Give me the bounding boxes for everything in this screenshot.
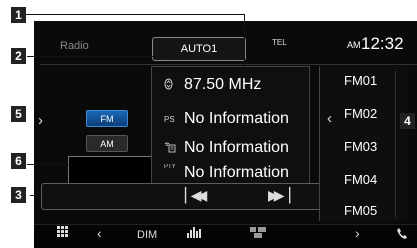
chevron-left-icon[interactable]: ‹ bbox=[97, 225, 102, 241]
callout-leader bbox=[37, 188, 38, 200]
callout-leader bbox=[244, 14, 245, 70]
frequency-icon bbox=[164, 78, 184, 92]
callout-leader bbox=[161, 50, 162, 57]
seek-up-icon[interactable]: ▶▶▕ bbox=[268, 187, 290, 204]
callout-6: 6 bbox=[11, 153, 26, 169]
frequency-row: 87.50 MHz bbox=[164, 76, 261, 94]
radiotext-row: No Information bbox=[164, 139, 289, 157]
pty-text: No Information bbox=[184, 164, 289, 181]
seek-mode-button[interactable]: AUTO1 bbox=[152, 37, 246, 61]
callout-leader bbox=[19, 14, 244, 15]
callout-2: 2 bbox=[11, 48, 26, 64]
grid-menu-icon[interactable] bbox=[57, 226, 68, 240]
ps-icon: PS bbox=[164, 114, 175, 124]
ps-text: No Information bbox=[184, 110, 289, 127]
pty-icon: PTY bbox=[164, 164, 176, 170]
phone-icon[interactable] bbox=[397, 228, 407, 242]
frequency-value: 87.50 MHz bbox=[184, 76, 262, 93]
preset-list-toggle-icon[interactable]: ‹ bbox=[327, 110, 332, 127]
callout-1: 1 bbox=[11, 7, 26, 23]
band-fm-button[interactable]: FM bbox=[86, 110, 128, 127]
callout-leader bbox=[395, 71, 396, 217]
pty-row: PTY No Information bbox=[164, 164, 289, 182]
callout-5: 5 bbox=[11, 106, 26, 122]
equalizer-icon[interactable] bbox=[187, 226, 203, 241]
callout-3: 3 bbox=[11, 187, 26, 203]
band-am-button[interactable]: AM bbox=[86, 135, 128, 152]
callout-leader bbox=[30, 195, 40, 196]
source-title: Radio bbox=[60, 40, 89, 52]
header-divider bbox=[40, 64, 417, 65]
callout-leader bbox=[27, 164, 72, 165]
seek-down-icon[interactable]: ▏◀◀ bbox=[185, 187, 207, 204]
radiotext-text: No Information bbox=[184, 139, 289, 156]
open-function-panel-icon[interactable]: › bbox=[38, 112, 43, 129]
clock-ampm: AM bbox=[347, 40, 361, 50]
preset-item[interactable]: FM05 bbox=[344, 203, 377, 217]
ps-row: PS No Information bbox=[164, 110, 289, 128]
chevron-right-icon[interactable]: › bbox=[355, 225, 360, 241]
clock: 12:32 bbox=[361, 34, 404, 53]
callout-4: 4 bbox=[400, 113, 415, 129]
preset-item[interactable]: FM03 bbox=[344, 139, 377, 154]
dim-button[interactable]: DIM bbox=[137, 229, 157, 241]
station-name-area bbox=[68, 156, 152, 184]
preset-item[interactable]: FM04 bbox=[344, 172, 377, 187]
callout-leader bbox=[27, 56, 162, 57]
radio-text-icon bbox=[164, 141, 184, 155]
preset-item[interactable]: FM02 bbox=[344, 106, 377, 121]
preset-item[interactable]: FM01 bbox=[344, 73, 377, 88]
screen-mode-icon[interactable] bbox=[250, 227, 266, 241]
tel-indicator: TEL bbox=[272, 38, 287, 47]
